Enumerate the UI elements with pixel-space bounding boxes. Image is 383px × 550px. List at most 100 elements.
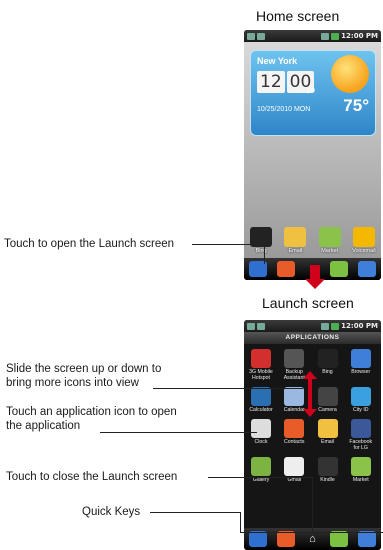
contacts-icon [284,419,305,438]
home-screen-phone: 12:00 PM New York 12 00 pm 10/25/2010 MO… [244,30,381,280]
notification-icon [257,32,265,40]
home-icon[interactable]: ⌂ [304,531,320,547]
browser-icon [350,349,371,368]
battery-icon [331,32,340,40]
weather-temperature: 75° [343,96,369,115]
app-voicemail[interactable]: Voicemail [349,227,379,254]
backup-icon [284,349,305,368]
app-calculator[interactable]: Calculator [246,387,276,413]
app-contacts[interactable]: Contacts [279,419,309,451]
email-icon [284,227,307,247]
battery-icon [331,322,340,330]
camera-icon [317,387,338,406]
app-bing[interactable]: Bing [313,349,343,381]
app-clock[interactable]: Clock [246,419,276,451]
cityid-icon [350,387,371,406]
down-arrow-icon [305,265,325,289]
gmail-icon [284,457,305,476]
callout-slide-line1: Slide the screen up or down to [6,363,162,375]
app-label: Email [321,439,334,445]
leader-line [264,244,265,264]
weather-widget[interactable]: New York 12 00 pm 10/25/2010 MON 75° [250,50,376,136]
notification-icon [247,322,255,330]
app-kindle[interactable]: Kindle [313,457,343,483]
app-email[interactable]: Email [313,419,343,451]
messaging-icon[interactable] [330,531,349,547]
browser-icon[interactable] [358,531,377,547]
app-gmail[interactable]: Gmail [279,457,309,483]
callout-slide: Slide the screen up or down to bring mor… [6,362,161,390]
phone-icon[interactable] [248,531,267,547]
app-label: Facebook for LG [349,439,373,451]
leader-line [192,244,264,245]
leader-line [153,388,303,389]
sun-icon [331,55,369,93]
market-icon [350,457,371,476]
browser-icon[interactable] [358,261,377,277]
app-email[interactable]: Email [280,227,310,254]
callout-touch-app-line1: Touch an application icon to open [6,406,177,418]
kindle-icon [317,457,338,476]
clock-hour: 12 [257,71,285,93]
clock-icon [251,419,271,438]
app-cityid[interactable]: City ID [346,387,376,413]
leader-line [150,512,240,513]
weather-date: 10/25/2010 MON [257,106,311,113]
callout-close-launch: Touch to close the Launch screen [6,471,178,483]
hotspot-icon [251,349,271,368]
app-label: Clock [254,439,268,445]
voicemail-icon [352,227,375,247]
app-bing[interactable]: Bing [246,227,276,254]
messaging-icon[interactable] [330,261,349,277]
app-hotspot[interactable]: 3G Mobile Hotspot [246,349,276,381]
app-gallery[interactable]: Gallery [246,457,276,483]
leader-line [240,532,383,533]
email-icon [317,419,338,438]
app-label: Browser [351,369,371,375]
status-bar: 12:00 PM [244,30,381,42]
app-browser[interactable]: Browser [346,349,376,381]
app-label: Email [288,248,303,254]
callout-touch-app: Touch an application icon to open the ap… [6,405,177,433]
signal-icon [321,32,330,40]
leader-line [100,432,257,433]
app-label: Bing [255,248,267,254]
app-label: Camera [318,407,337,413]
app-label: Kindle [320,477,335,483]
leader-line [208,477,312,478]
app-label: Market [352,477,369,483]
home-screen-title: Home screen [256,8,340,24]
app-market[interactable]: Market [346,457,376,483]
notification-icon [247,32,255,40]
bing-icon [317,349,338,368]
app-market[interactable]: Market [315,227,345,254]
app-label: Voicemail [352,248,376,254]
contacts-icon[interactable] [276,261,295,277]
notification-icon [257,322,265,330]
facebook-icon [350,419,371,438]
status-bar: 12:00 PM [244,320,381,332]
leader-line [240,512,241,532]
calculator-icon [251,387,271,406]
status-time: 12:00 PM [341,32,378,40]
clock-display: 12 00 [257,71,315,93]
callout-open-launch: Touch to open the Launch screen [4,238,175,250]
launch-screen-title: Launch screen [262,295,354,311]
callout-quick-keys: Quick Keys [82,506,141,518]
app-label: Market [321,248,339,254]
app-label: Bing [322,369,333,375]
app-label: Contacts [284,439,305,445]
callout-touch-app-line2: the application [6,420,81,432]
app-camera[interactable]: Camera [313,387,343,413]
app-facebook[interactable]: Facebook for LG [346,419,376,451]
callout-slide-line2: bring more icons into view [6,377,139,389]
home-screen-body: New York 12 00 pm 10/25/2010 MON 75° Bin… [244,42,381,258]
contacts-icon[interactable] [276,531,295,547]
app-label: Calculator [249,407,273,413]
calendar-icon [284,387,305,406]
leader-line [312,477,313,533]
clock-ampm: pm [307,88,316,94]
app-label: City ID [352,407,369,413]
weather-city: New York [257,56,298,66]
gallery-icon [251,457,271,476]
